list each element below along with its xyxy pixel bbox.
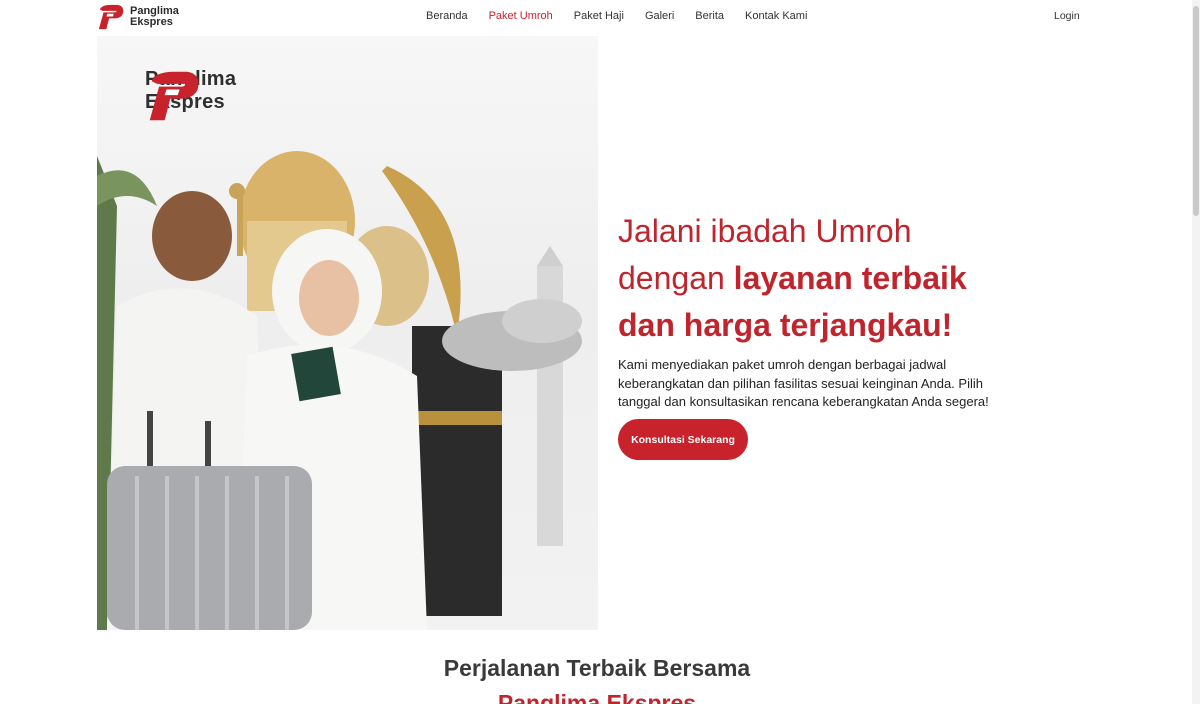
section-subtitle: Panglima Ekspres (497, 690, 697, 704)
brand-name: Panglima Ekspres (130, 6, 179, 28)
hero-illustration (97, 151, 582, 630)
nav-item-berita[interactable]: Berita (695, 10, 724, 22)
headline-bold3: dan harga terjangkau! (618, 307, 953, 343)
site-header: Panglima Ekspres Beranda Paket Umroh Pak… (0, 0, 1192, 34)
headline-line1: Jalani ibadah Umroh (618, 213, 912, 249)
nav-item-galeri[interactable]: Galeri (645, 10, 674, 22)
brand-logo-icon (98, 4, 124, 30)
hero-logo: Panglima Ekspres (145, 68, 236, 121)
section-title: Perjalanan Terbaik Bersama (443, 655, 751, 681)
nav-item-paket-haji[interactable]: Paket Haji (574, 10, 624, 22)
hero-image: Panglima Ekspres (97, 36, 598, 630)
nav-item-paket-umroh[interactable]: Paket Umroh (489, 10, 553, 22)
konsultasi-button[interactable]: Konsultasi Sekarang (618, 419, 748, 460)
main-nav: Beranda Paket Umroh Paket Haji Galeri Be… (426, 10, 828, 22)
hero-logo-icon (149, 71, 199, 121)
hero-text: Jalani ibadah Umroh dengan layanan terba… (618, 208, 1038, 412)
brand-logo-link[interactable]: Panglima Ekspres (97, 3, 179, 31)
nav-item-beranda[interactable]: Beranda (426, 10, 468, 22)
headline-plain2: dengan (618, 260, 734, 296)
headline-bold2: layanan terbaik (733, 260, 967, 296)
hero-description: Kami menyediakan paket umroh dengan berb… (618, 357, 989, 409)
hero-headline: Jalani ibadah Umroh dengan layanan terba… (618, 208, 1038, 349)
nav-item-kontak-kami[interactable]: Kontak Kami (745, 10, 807, 22)
page-scrollbar[interactable] (1192, 0, 1200, 704)
login-link[interactable]: Login (1054, 10, 1080, 22)
scrollbar-thumb[interactable] (1193, 6, 1199, 216)
brand-name-line2: Ekspres (130, 16, 173, 28)
